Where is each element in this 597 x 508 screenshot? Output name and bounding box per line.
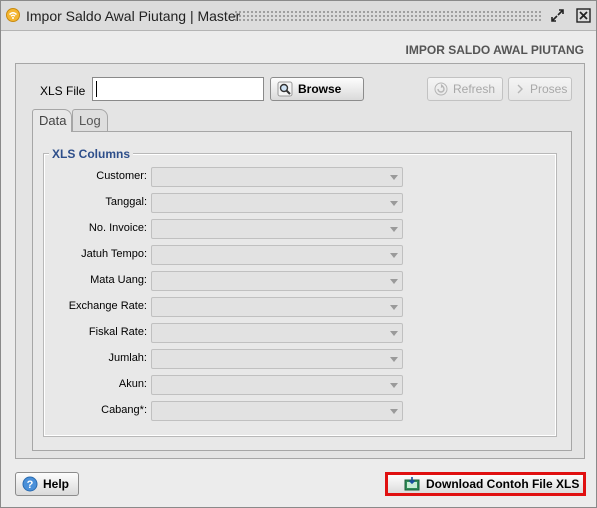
refresh-label: Refresh — [453, 82, 496, 96]
chevron-down-icon — [390, 357, 398, 362]
field-label: Jatuh Tempo: — [81, 248, 147, 260]
field-label: Mata Uang: — [90, 274, 147, 286]
field-row-no-invoice: No. Invoice: — [45, 219, 557, 239]
chevron-down-icon — [390, 227, 398, 232]
field-row-jatuh-tempo: Jatuh Tempo: — [45, 245, 557, 265]
help-label: Help — [43, 477, 70, 491]
field-row-exchange-rate: Exchange Rate: — [45, 297, 557, 317]
field-label: Jumlah: — [108, 352, 147, 364]
refresh-icon — [434, 82, 448, 96]
download-sample-xls-button[interactable]: Download Contoh File XLS — [385, 472, 586, 496]
xls-file-input[interactable] — [92, 77, 264, 101]
chevron-down-icon — [390, 279, 398, 284]
help-icon: ? — [22, 476, 38, 492]
page-title: IMPOR SALDO AWAL PIUTANG — [405, 43, 584, 57]
xls-columns-legend: XLS Columns — [49, 147, 134, 161]
field-label: Akun: — [118, 378, 147, 390]
tab-data[interactable]: Data — [32, 109, 72, 132]
cabang-select[interactable] — [151, 401, 403, 421]
mata-uang-select[interactable] — [151, 271, 403, 291]
refresh-button[interactable]: Refresh — [427, 77, 503, 101]
field-row-fiskal-rate: Fiskal Rate: — [45, 323, 557, 343]
tab-content-data: XLS Columns Customer: Tanggal: No. Invoi… — [32, 131, 572, 451]
browse-button[interactable]: Browse — [270, 77, 364, 101]
field-label: No. Invoice: — [88, 222, 147, 234]
import-panel: XLS File Browse Refresh Proses Data Log … — [15, 63, 585, 459]
magnifier-icon — [277, 81, 293, 97]
akun-select[interactable] — [151, 375, 403, 395]
wifi-signal-icon — [6, 8, 20, 22]
title-grip — [234, 10, 542, 22]
download-label: Download Contoh File XLS — [426, 477, 580, 491]
field-row-mata-uang: Mata Uang: — [45, 271, 557, 291]
jumlah-select[interactable] — [151, 349, 403, 369]
xls-file-label: XLS File — [40, 84, 86, 98]
field-label: Fiskal Rate: — [88, 326, 147, 338]
help-button[interactable]: ? Help — [15, 472, 79, 496]
field-label: Cabang*: — [101, 404, 147, 416]
field-label: Tanggal: — [105, 196, 147, 208]
field-row-jumlah: Jumlah: — [45, 349, 557, 369]
fiskal-rate-select[interactable] — [151, 323, 403, 343]
chevron-right-icon — [517, 84, 523, 94]
customer-select[interactable] — [151, 167, 403, 187]
field-label: Exchange Rate: — [68, 300, 147, 312]
field-label: Customer: — [96, 170, 147, 182]
main-window: Impor Saldo Awal Piutang | Master IMPOR … — [0, 0, 597, 508]
field-row-customer: Customer: — [45, 167, 557, 187]
xls-columns-group: XLS Columns Customer: Tanggal: No. Invoi… — [43, 147, 557, 437]
no-invoice-select[interactable] — [151, 219, 403, 239]
chevron-down-icon — [390, 305, 398, 310]
proses-button[interactable]: Proses — [508, 77, 572, 101]
field-row-cabang: Cabang*: — [45, 401, 557, 421]
field-row-akun: Akun: — [45, 375, 557, 395]
text-caret — [96, 81, 97, 97]
chevron-down-icon — [390, 409, 398, 414]
proses-label: Proses — [530, 82, 568, 96]
chevron-down-icon — [390, 383, 398, 388]
restore-arrows-icon[interactable] — [550, 8, 565, 23]
chevron-down-icon — [390, 201, 398, 206]
title-bar[interactable]: Impor Saldo Awal Piutang | Master — [1, 1, 596, 31]
svg-text:?: ? — [27, 479, 34, 491]
chevron-down-icon — [390, 253, 398, 258]
exchange-rate-select[interactable] — [151, 297, 403, 317]
field-row-tanggal: Tanggal: — [45, 193, 557, 213]
jatuh-tempo-select[interactable] — [151, 245, 403, 265]
chevron-down-icon — [390, 331, 398, 336]
tanggal-select[interactable] — [151, 193, 403, 213]
browse-label: Browse — [298, 82, 342, 96]
window-title: Impor Saldo Awal Piutang | Master — [26, 8, 241, 24]
download-excel-icon — [404, 477, 420, 491]
chevron-down-icon — [390, 175, 398, 180]
tab-log[interactable]: Log — [72, 109, 108, 131]
close-x-icon[interactable] — [576, 8, 591, 23]
